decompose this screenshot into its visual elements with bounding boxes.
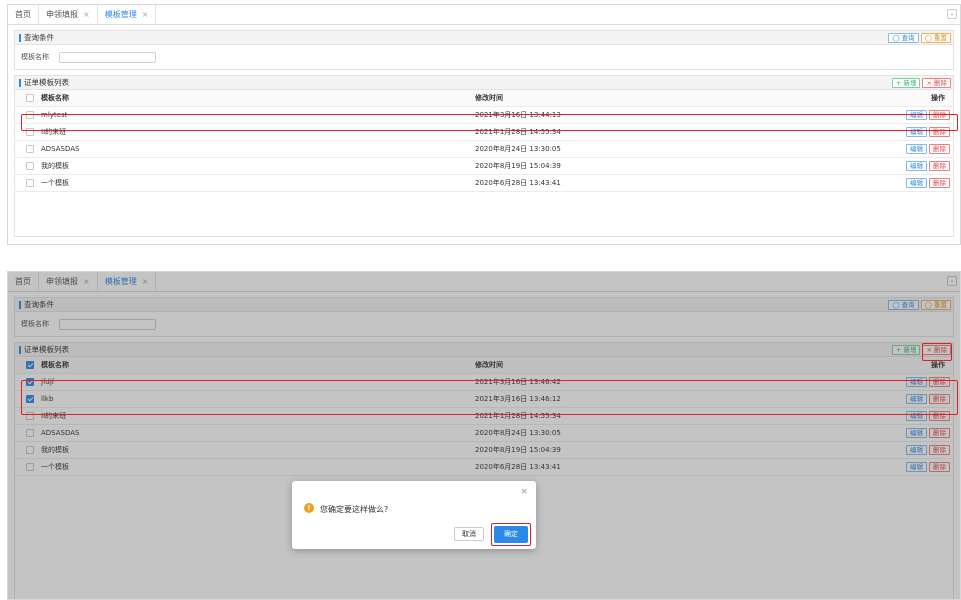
table-body: mlytest 2021年3月16日 13:44:13 编辑 删除 II的末班 2021年…: [15, 107, 953, 192]
edit-button[interactable]: 编辑: [906, 161, 927, 171]
row-actions: 编辑 删除: [893, 127, 953, 137]
delete-button[interactable]: 删除: [929, 178, 950, 188]
column-header-ops: 操作: [931, 94, 945, 102]
select-all-checkbox[interactable]: [26, 94, 34, 102]
modified-time-cell: 2020年8月19日 15:04:39: [475, 162, 561, 170]
tab-label: 模板管理: [104, 10, 137, 19]
edit-button[interactable]: 编辑: [906, 178, 927, 188]
close-icon[interactable]: ×: [142, 10, 149, 19]
column-header-time: 修改时间: [475, 94, 503, 102]
modal-backdrop: [8, 293, 960, 599]
modal-backdrop-top: [8, 272, 960, 293]
tab-bar: 首页 申领填报 × 模板管理 × ⌄: [8, 5, 960, 25]
table-row[interactable]: ADSASDAS 2020年8月24日 13:30:05 编辑 删除: [15, 141, 953, 158]
list-panel-title: 证单模板列表: [24, 78, 69, 87]
row-actions: 编辑 删除: [893, 161, 953, 171]
edit-button[interactable]: 编辑: [906, 144, 927, 154]
delete-selected-button[interactable]: × 删除: [922, 78, 951, 88]
confirm-message: 您确定要这样做么?: [320, 505, 389, 514]
row-checkbox[interactable]: [26, 179, 34, 187]
template-name-cell: ADSASDAS: [41, 145, 80, 153]
table-header-row: 模板名称 修改时间 操作: [15, 90, 953, 107]
close-icon[interactable]: ×: [520, 487, 528, 497]
list-panel-header: 证单模板列表 + 新增 × 删除: [15, 76, 953, 90]
column-header-name: 模板名称: [41, 94, 69, 102]
template-name-cell: 一个模板: [41, 179, 69, 187]
table-row[interactable]: 一个模板 2020年6月28日 13:43:41 编辑 删除: [15, 175, 953, 192]
cancel-button[interactable]: 取消: [454, 527, 484, 541]
template-name-input[interactable]: [59, 51, 156, 63]
template-name-cell: II的末班: [41, 128, 67, 136]
tab-label: 申领填报: [46, 10, 78, 19]
warning-icon: !: [304, 503, 314, 513]
chevron-down-icon[interactable]: ⌄: [947, 9, 957, 19]
template-list-panel: 证单模板列表 + 新增 × 删除 模板名称 修改时间 操作 mlytest 202…: [14, 75, 954, 237]
table-row[interactable]: mlytest 2021年3月16日 13:44:13 编辑 删除: [15, 107, 953, 124]
search-button[interactable]: ◯ 查询: [888, 33, 919, 43]
title-accent-bar: [19, 78, 21, 87]
delete-button[interactable]: 删除: [929, 110, 950, 120]
row-actions: 编辑 删除: [893, 110, 953, 120]
tab-label: 首页: [15, 10, 31, 19]
delete-button[interactable]: 删除: [929, 127, 950, 137]
tab-home[interactable]: 首页: [8, 5, 39, 24]
delete-button[interactable]: 删除: [929, 161, 950, 171]
screenshot-delete-confirm: 首页 申领填报 × 模板管理 × ⌄ 查询条件 ◯ 查询 ◯ 重置 模板名称 证单模…: [7, 271, 961, 600]
table-row[interactable]: II的末班 2021年1月28日 14:55:34 编辑 删除: [15, 124, 953, 141]
edit-button[interactable]: 编辑: [906, 127, 927, 137]
screenshot-list-view: 首页 申领填报 × 模板管理 × ⌄ 查询条件 ◯ 查询 ◯ 重置 模板名称 证单模…: [7, 4, 961, 245]
row-actions: 编辑 删除: [893, 144, 953, 154]
row-checkbox[interactable]: [26, 145, 34, 153]
query-panel-title: 查询条件: [24, 33, 54, 42]
add-button[interactable]: + 新增: [891, 78, 921, 88]
template-name-label: 模板名称: [21, 53, 49, 61]
row-checkbox[interactable]: [26, 128, 34, 136]
modified-time-cell: 2021年3月16日 13:44:13: [475, 111, 561, 119]
modified-time-cell: 2020年6月28日 13:43:41: [475, 179, 561, 187]
title-accent-bar: [19, 33, 21, 42]
tab-template-manage[interactable]: 模板管理 ×: [98, 5, 157, 24]
modified-time-cell: 2021年1月28日 14:55:34: [475, 128, 561, 136]
template-name-cell: 我的模板: [41, 162, 69, 170]
confirm-dialog: × ! 您确定要这样做么? 取消 确定: [292, 481, 536, 549]
modified-time-cell: 2020年8月24日 13:30:05: [475, 145, 561, 153]
query-panel: 查询条件 ◯ 查询 ◯ 重置 模板名称: [14, 30, 954, 70]
close-icon[interactable]: ×: [83, 10, 90, 19]
edit-button[interactable]: 编辑: [906, 110, 927, 120]
delete-button[interactable]: 删除: [929, 144, 950, 154]
template-name-cell: mlytest: [41, 111, 68, 119]
row-checkbox[interactable]: [26, 162, 34, 170]
tab-apply[interactable]: 申领填报 ×: [39, 5, 98, 24]
row-checkbox[interactable]: [26, 111, 34, 119]
row-actions: 编辑 删除: [893, 178, 953, 188]
query-panel-header: 查询条件 ◯ 查询 ◯ 重置: [15, 31, 953, 45]
reset-button[interactable]: ◯ 重置: [920, 33, 951, 43]
confirm-button[interactable]: 确定: [494, 526, 528, 543]
table-row[interactable]: 我的模板 2020年8月19日 15:04:39 编辑 删除: [15, 158, 953, 175]
